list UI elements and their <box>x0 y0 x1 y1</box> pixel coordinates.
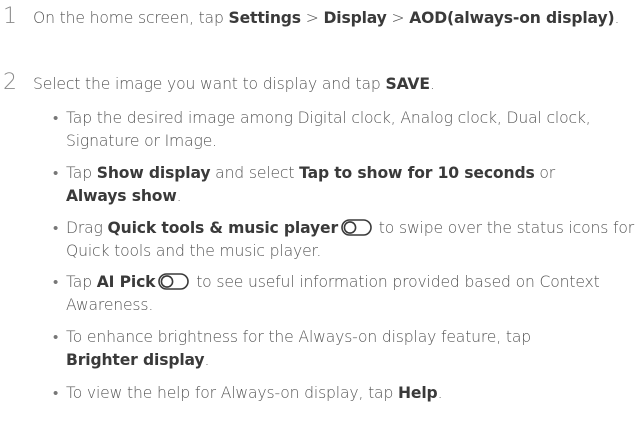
bullet-text-part: To view the help for Always-on display, … <box>66 384 399 402</box>
help-label: Help <box>398 384 438 402</box>
step-text-end: . <box>429 75 435 93</box>
bullet-text-part: or <box>534 164 556 182</box>
quick-tools-label: Quick tools & music player <box>107 219 339 237</box>
always-show-label: Always show <box>66 187 177 205</box>
toggle-switch-icon <box>158 273 190 290</box>
step-text-end: . <box>614 9 620 27</box>
bullet-text-part: Tap <box>66 273 97 291</box>
bullet-glyph: • <box>53 164 59 182</box>
bullet-text-part: Drag <box>66 219 108 237</box>
bullet-glyph: • <box>53 328 59 346</box>
separator: > <box>386 9 410 27</box>
brighter-display-label: Brighter display <box>66 351 205 369</box>
bullet-text: Tap Show display and select Tap to show … <box>66 162 638 208</box>
manual-page: 1 On the home screen, tap Settings > Dis… <box>0 0 639 437</box>
aod-label: AOD(always-on display) <box>409 9 615 27</box>
bullet-glyph: • <box>53 273 59 291</box>
toggle-switch-icon <box>341 219 372 236</box>
bullet-text: To enhance brightness for the Always-on … <box>66 326 638 372</box>
bullet-text-part: . <box>204 351 210 369</box>
step-text-part: On the home screen, tap <box>33 9 229 27</box>
step-text: On the home screen, tap Settings > Displ… <box>33 7 633 30</box>
bullet-glyph: • <box>53 109 59 127</box>
step-text: Select the image you want to display and… <box>33 73 633 96</box>
bullet-text-part: . <box>176 187 182 205</box>
save-label: SAVE <box>385 75 430 93</box>
bullet-text-part: To enhance brightness for the Always-on … <box>66 328 531 346</box>
bullet-text-part: . <box>437 384 443 402</box>
separator: > <box>300 9 324 27</box>
tap-to-show-label: Tap to show for 10 seconds <box>299 164 535 182</box>
bullet-text-part: Tap <box>66 164 97 182</box>
settings-label: Settings <box>228 9 302 27</box>
display-label: Display <box>323 9 387 27</box>
bullet-glyph: • <box>53 219 59 237</box>
step-text-part: Select the image you want to display and… <box>33 75 386 93</box>
bullet-text: Tap AI Pick to see useful information pr… <box>66 271 638 317</box>
bullet-text-part: and select <box>210 164 300 182</box>
bullet-glyph: • <box>53 384 59 402</box>
step-number: 2 <box>3 70 17 95</box>
show-display-label: Show display <box>96 164 211 182</box>
bullet-text: To view the help for Always-on display, … <box>66 382 638 405</box>
bullet-text: Tap the desired image among Digital cloc… <box>66 109 591 150</box>
step-number: 1 <box>3 4 17 29</box>
bullet-text: Drag Quick tools & music player to swipe… <box>66 217 638 263</box>
ai-pick-label: AI Pick <box>96 273 156 291</box>
